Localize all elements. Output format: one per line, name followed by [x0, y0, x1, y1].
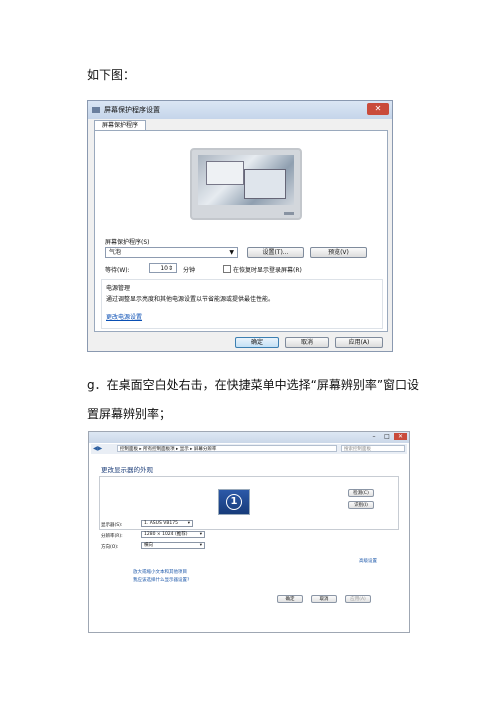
resolution-label: 分辨率(R): — [101, 534, 123, 539]
cancel-button[interactable]: 取消 — [285, 337, 329, 348]
back-forward-icon[interactable]: ◀▶ — [93, 445, 102, 452]
preview-window-a — [206, 161, 244, 185]
intro-text: 如下图： — [87, 68, 136, 82]
preview-screen — [198, 155, 294, 205]
wait-spinner[interactable]: 10 ⇕ — [149, 263, 177, 273]
monitor-number: 1 — [226, 494, 242, 510]
close-icon[interactable]: ✕ — [394, 433, 407, 440]
orientation-value: 横向 — [144, 543, 153, 548]
preview-monitor — [190, 148, 302, 220]
window-frame: – □ ✕ — [89, 432, 409, 443]
wait-value: 10 — [160, 265, 168, 272]
cancel-button[interactable]: 取消 — [311, 595, 337, 603]
power-title: 电源管理 — [106, 285, 131, 292]
step-g-line2: 置屏幕辨别率； — [87, 407, 172, 421]
apply-button[interactable]: 应用(A) — [345, 595, 371, 603]
preview-button[interactable]: 预览(V) — [310, 247, 367, 258]
search-input[interactable]: 搜索控制面板 — [341, 445, 405, 452]
chevron-down-icon: ▼ — [229, 249, 234, 256]
display-value: 1. ASUS VB175 — [144, 521, 178, 526]
wait-unit: 分钟 — [183, 267, 196, 274]
maximize-icon[interactable]: □ — [382, 433, 392, 440]
advanced-settings-link[interactable]: 高级设置 — [359, 558, 377, 564]
display-help-link[interactable]: 我应该选择什么显示器设置? — [133, 577, 189, 583]
settings-button[interactable]: 设置(T)... — [247, 247, 304, 258]
saver-value: 气泡 — [109, 249, 122, 256]
address-bar: ◀▶ 控制面板 ▸ 所有控制面板项 ▸ 显示 ▸ 屏幕分辨率 搜索控制面板 — [91, 444, 407, 454]
spinner-arrows-icon[interactable]: ⇕ — [168, 264, 173, 273]
step-g-line1: g．在桌面空白处右击，在快捷菜单中选择“屏幕辨别率”窗口设 — [87, 378, 420, 392]
power-description: 通过调整显示亮度和其他电源设置以节省能源或提供最佳性能。 — [106, 296, 275, 303]
orientation-select[interactable]: 横向 ▾ — [141, 542, 205, 549]
tab-panel: 屏幕保护程序(S) 气泡 ▼ 设置(T)... 预览(V) 等待(W): 10 … — [94, 130, 388, 332]
page-heading: 更改显示器的外观 — [101, 466, 153, 474]
monitor-led — [284, 212, 294, 215]
text-size-link[interactable]: 放大或缩小文本和其他项目 — [133, 569, 187, 575]
display-monitor-icon[interactable]: 1 — [218, 489, 250, 515]
dialog-titlebar: 屏幕保护程序设置 — [88, 101, 392, 119]
close-button[interactable]: ✕ — [367, 103, 389, 115]
screensaver-dialog: 屏幕保护程序设置 ✕ 屏幕保护程序 屏幕保护程序(S) 气泡 ▼ 设置(T)..… — [87, 100, 393, 352]
chevron-down-icon: ▾ — [199, 543, 202, 548]
chevron-down-icon: ▾ — [199, 532, 202, 537]
display-select[interactable]: 1. ASUS VB175 ▾ — [141, 520, 193, 527]
orientation-label: 方向(O): — [101, 545, 119, 550]
display-label: 显示器(S): — [101, 523, 123, 528]
window-icon — [92, 107, 100, 113]
identify-button[interactable]: 识别(I) — [348, 501, 374, 509]
resolution-value: 1280 × 1024 (推荐) — [144, 532, 188, 537]
resolution-window: – □ ✕ ◀▶ 控制面板 ▸ 所有控制面板项 ▸ 显示 ▸ 屏幕分辨率 搜索控… — [88, 431, 410, 633]
detect-button[interactable]: 检测(C) — [348, 489, 374, 497]
dialog-title: 屏幕保护程序设置 — [104, 106, 160, 114]
saver-combo[interactable]: 气泡 ▼ — [105, 247, 238, 258]
chevron-down-icon: ▾ — [187, 521, 190, 526]
saver-section-label: 屏幕保护程序(S) — [105, 239, 150, 246]
apply-button[interactable]: 应用(A) — [335, 337, 383, 348]
ok-button[interactable]: 确定 — [277, 595, 303, 603]
resume-checkbox[interactable] — [223, 265, 231, 273]
breadcrumb[interactable]: 控制面板 ▸ 所有控制面板项 ▸ 显示 ▸ 屏幕分辨率 — [117, 445, 337, 452]
power-settings-link[interactable]: 更改电源设置 — [106, 312, 142, 321]
wait-label: 等待(W): — [105, 267, 130, 274]
resume-label: 在恢复时显示登录屏幕(R) — [233, 267, 302, 274]
ok-button[interactable]: 确定 — [235, 337, 279, 348]
resolution-select[interactable]: 1280 × 1024 (推荐) ▾ — [141, 531, 205, 538]
preview-window-b — [244, 169, 286, 199]
minimize-icon[interactable]: – — [369, 433, 379, 440]
power-group: 电源管理 通过调整显示亮度和其他电源设置以节省能源或提供最佳性能。 更改电源设置 — [101, 279, 383, 329]
